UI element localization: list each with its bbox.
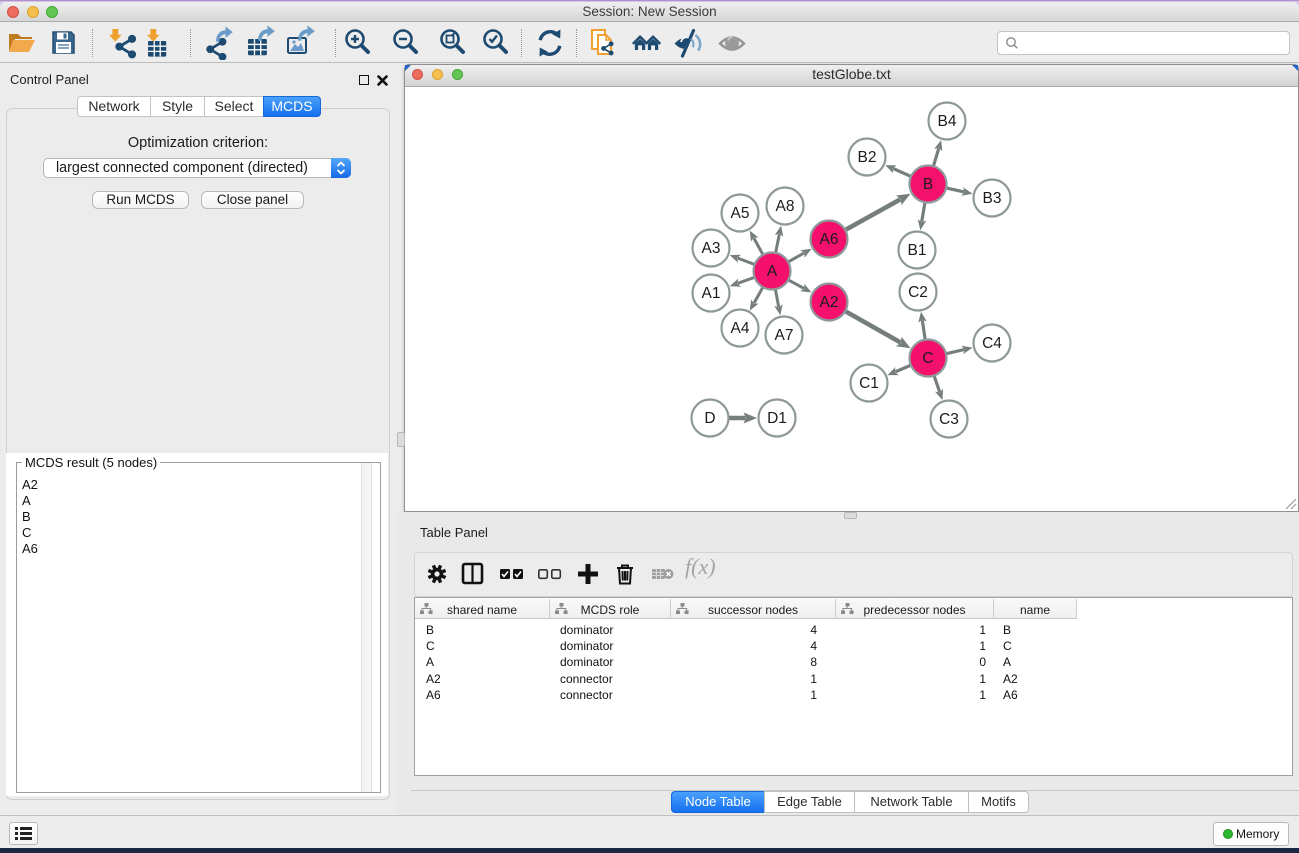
svg-text:A7: A7 [775, 327, 794, 344]
svg-text:A4: A4 [731, 320, 750, 337]
svg-text:A6: A6 [820, 231, 839, 248]
svg-text:C4: C4 [982, 335, 1002, 352]
svg-text:A: A [767, 263, 778, 280]
svg-text:D: D [704, 410, 715, 427]
svg-text:B4: B4 [938, 113, 957, 130]
svg-text:D1: D1 [767, 410, 787, 427]
svg-text:A8: A8 [776, 198, 795, 215]
svg-text:C3: C3 [939, 411, 959, 428]
svg-text:B: B [923, 176, 933, 193]
svg-text:A1: A1 [702, 285, 721, 302]
svg-text:C: C [922, 350, 933, 367]
svg-text:C2: C2 [908, 284, 928, 301]
svg-text:B1: B1 [908, 242, 927, 259]
svg-text:A5: A5 [731, 205, 750, 222]
svg-text:C1: C1 [859, 375, 879, 392]
svg-text:B3: B3 [983, 190, 1002, 207]
svg-text:B2: B2 [858, 149, 877, 166]
svg-text:A2: A2 [820, 294, 839, 311]
svg-text:A3: A3 [702, 240, 721, 257]
